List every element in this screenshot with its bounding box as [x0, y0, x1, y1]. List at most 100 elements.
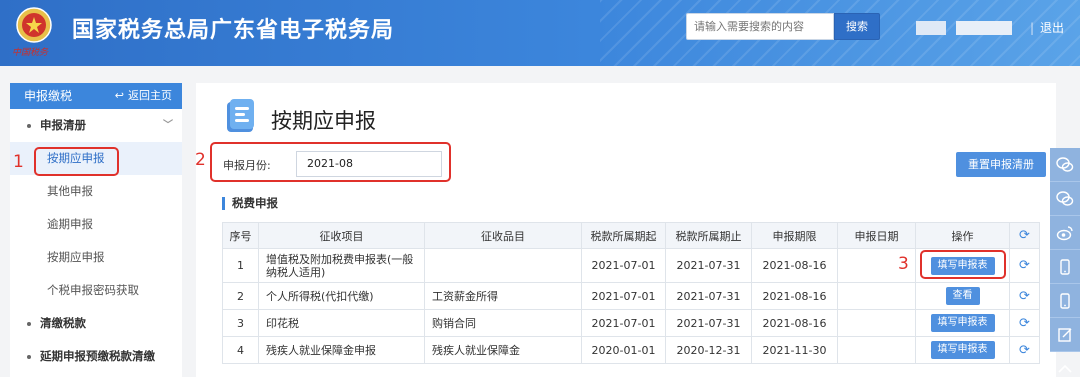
annotation-number: 2: [195, 150, 206, 170]
refresh-icon[interactable]: ⟳: [1019, 343, 1030, 358]
row-start: 2020-01-01: [581, 336, 666, 364]
row-refresh-cell[interactable]: ⟳: [1009, 248, 1040, 283]
back-to-top-icon[interactable]: [1050, 352, 1080, 377]
sidebar-item-label[interactable]: 申报清册: [40, 118, 86, 132]
row-item: 印花税: [258, 309, 425, 337]
row-action-cell: 填写申报表: [915, 336, 1010, 364]
row-refresh-cell[interactable]: ⟳: [1009, 309, 1040, 337]
return-arrow-icon: ↩: [114, 89, 124, 102]
annotation-box: [34, 147, 119, 176]
sidebar-item-label[interactable]: 其他申报: [47, 184, 93, 198]
row-subitem: 残疾人就业保障金: [424, 336, 582, 364]
phone-icon[interactable]: [1050, 284, 1080, 318]
svg-text:中国税务: 中国税务: [12, 47, 49, 57]
sidebar-item-periodic-declaration-2[interactable]: 按期应申报: [10, 241, 182, 274]
row-item: 增值税及附加税费申报表(一般纳税人适用): [258, 248, 425, 283]
row-start: 2021-07-01: [581, 248, 666, 283]
column-header: 税款所属期止: [665, 222, 752, 249]
site-title: 国家税务总局广东省电子税务局: [72, 18, 395, 43]
section-title: 税费申报: [222, 197, 278, 210]
row-deadline: 2021-08-16: [751, 282, 838, 310]
row-refresh-cell[interactable]: ⟳: [1009, 282, 1040, 310]
wechat-icon[interactable]: [1050, 148, 1080, 182]
annotation-box: [210, 142, 451, 182]
fill-form-button[interactable]: 填写申报表: [930, 341, 995, 359]
reset-list-button[interactable]: 重置申报清册: [956, 152, 1046, 177]
column-header: 税款所属期起: [581, 222, 666, 249]
annotation-box: [920, 250, 1006, 279]
sidebar-header: 申报缴税 ↩ 返回主页: [10, 83, 182, 109]
user-name-redacted: [916, 21, 1012, 35]
weibo-icon[interactable]: [1050, 216, 1080, 250]
row-date: [837, 309, 916, 337]
refresh-icon[interactable]: ⟳: [1019, 289, 1030, 304]
column-header: 操作: [915, 222, 1010, 249]
table-row: 4 残疾人就业保障金申报 残疾人就业保障金 2020-01-01 2020-12…: [222, 336, 1040, 364]
column-header-refresh[interactable]: ⟳: [1009, 222, 1040, 249]
edit-icon[interactable]: [1050, 318, 1080, 352]
sidebar-item-label[interactable]: 逾期申报: [47, 217, 93, 231]
chevron-down-icon[interactable]: ﹀: [163, 109, 173, 142]
column-header: 征收品目: [424, 222, 582, 249]
row-subitem: [424, 248, 582, 283]
declaration-table: 序号 征收项目 征收品目 税款所属期起 税款所属期止 申报期限 申报日期 操作 …: [222, 222, 1040, 364]
sidebar-group-deferred-payment[interactable]: 延期申报预缴税款清缴: [10, 340, 182, 373]
fill-form-button[interactable]: 填写申报表: [930, 314, 995, 332]
row-item: 残疾人就业保障金申报: [258, 336, 425, 364]
row-refresh-cell[interactable]: ⟳: [1009, 336, 1040, 364]
row-deadline: 2021-08-16: [751, 309, 838, 337]
back-home-label[interactable]: 返回主页: [128, 89, 172, 102]
row-deadline: 2021-08-16: [751, 248, 838, 283]
table-header-row: 序号 征收项目 征收品目 税款所属期起 税款所属期止 申报期限 申报日期 操作 …: [222, 222, 1040, 249]
column-header: 申报日期: [837, 222, 916, 249]
sidebar-item-overdue-declaration[interactable]: 逾期申报: [10, 208, 182, 241]
header-bar: 中国税务 国家税务总局广东省电子税务局 搜索 退出: [0, 0, 1080, 66]
sidebar-item-tax-password[interactable]: 个税申报密码获取: [10, 274, 182, 307]
sidebar-group-declaration-list[interactable]: 申报清册 ﹀: [10, 109, 182, 142]
sidebar: 申报缴税 ↩ 返回主页 申报清册 ﹀ 按期应申报 其他申报 逾期申报 按期应申报 …: [10, 83, 182, 377]
row-end: 2021-07-31: [665, 309, 752, 337]
row-end: 2020-12-31: [665, 336, 752, 364]
row-number: 1: [222, 248, 259, 283]
column-header: 征收项目: [258, 222, 425, 249]
sidebar-item-label[interactable]: 按期应申报: [47, 250, 105, 264]
table-row: 2 个人所得税(代扣代缴) 工资薪金所得 2021-07-01 2021-07-…: [222, 282, 1040, 310]
row-date: [837, 336, 916, 364]
annotation-number: 1: [13, 152, 24, 172]
column-header: 申报期限: [751, 222, 838, 249]
row-end: 2021-07-31: [665, 248, 752, 283]
sidebar-item-other-declaration[interactable]: 其他申报: [10, 175, 182, 208]
sidebar-item-label[interactable]: 清缴税款: [40, 316, 86, 330]
search-input[interactable]: [686, 13, 834, 40]
search-button[interactable]: 搜索: [834, 13, 880, 40]
refresh-icon[interactable]: ⟳: [1019, 228, 1030, 243]
annotation-number: 3: [898, 254, 909, 274]
row-action-cell: 填写申报表: [915, 309, 1010, 337]
sidebar-item-label[interactable]: 个税申报密码获取: [47, 283, 139, 297]
phone-icon[interactable]: [1050, 250, 1080, 284]
row-date: [837, 282, 916, 310]
floating-toolbar: [1050, 148, 1080, 373]
table-row: 3 印花税 购销合同 2021-07-01 2021-07-31 2021-08…: [222, 309, 1040, 337]
row-end: 2021-07-31: [665, 282, 752, 310]
wechat-icon[interactable]: [1050, 182, 1080, 216]
back-home-link[interactable]: ↩ 返回主页: [115, 83, 172, 109]
page-title: 按期应申报: [271, 109, 376, 133]
sidebar-item-label[interactable]: 延期申报预缴税款清缴: [40, 349, 155, 363]
refresh-icon[interactable]: ⟳: [1019, 316, 1030, 331]
row-deadline: 2021-11-30: [751, 336, 838, 364]
tax-emblem-icon: 中国税务: [12, 7, 52, 57]
row-item: 个人所得税(代扣代缴): [258, 282, 425, 310]
row-subitem: 工资薪金所得: [424, 282, 582, 310]
document-icon: [227, 99, 254, 132]
logout-link[interactable]: 退出: [1030, 19, 1064, 36]
sidebar-header-title: 申报缴税: [24, 89, 73, 103]
sidebar-group-tax-payment[interactable]: 清缴税款: [10, 307, 182, 340]
column-header: 序号: [222, 222, 259, 249]
row-number: 4: [222, 336, 259, 364]
logout-label[interactable]: 退出: [1040, 21, 1064, 35]
row-start: 2021-07-01: [581, 309, 666, 337]
refresh-icon[interactable]: ⟳: [1019, 258, 1030, 273]
view-button[interactable]: 查看: [945, 287, 980, 305]
row-action-cell: 查看: [915, 282, 1010, 310]
